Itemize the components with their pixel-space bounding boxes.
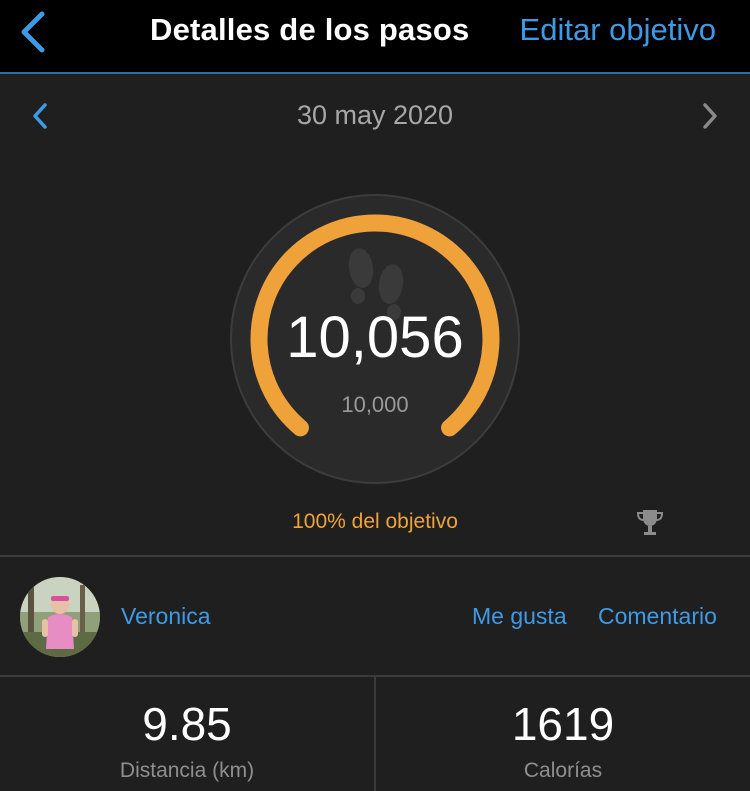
distance-stat: 9.85 Distancia (km) <box>0 677 374 791</box>
date-navigation: 30 may 2020 <box>0 76 750 156</box>
like-button[interactable]: Me gusta <box>472 603 567 630</box>
back-chevron-icon[interactable] <box>14 8 54 56</box>
distance-value: 9.85 <box>142 698 232 750</box>
edit-goal-button[interactable]: Editar objetivo <box>520 12 716 48</box>
calories-value: 1619 <box>511 698 615 750</box>
user-name-link[interactable]: Veronica <box>121 603 211 630</box>
next-day-icon[interactable] <box>698 100 722 132</box>
trophy-icon <box>636 510 664 535</box>
step-count: 10,056 <box>286 305 464 370</box>
step-goal: 10,000 <box>341 392 409 417</box>
current-date: 30 may 2020 <box>296 100 454 130</box>
stats-row: 9.85 Distancia (km) 1619 Calorías <box>0 677 750 791</box>
comment-button[interactable]: Comentario <box>598 603 717 630</box>
social-row: Veronica Me gusta Comentario <box>0 557 750 675</box>
avatar[interactable] <box>20 577 100 657</box>
calories-stat: 1619 Calorías <box>376 677 750 791</box>
step-progress-ring: 10,056 10,000 <box>228 192 522 486</box>
page-title: Detalles de los pasos <box>150 12 470 47</box>
nav-bar: Detalles de los pasos Editar objetivo <box>0 0 750 74</box>
calories-label: Calorías <box>523 759 603 782</box>
distance-label: Distancia (km) <box>119 759 255 782</box>
avatar-image <box>20 577 100 657</box>
